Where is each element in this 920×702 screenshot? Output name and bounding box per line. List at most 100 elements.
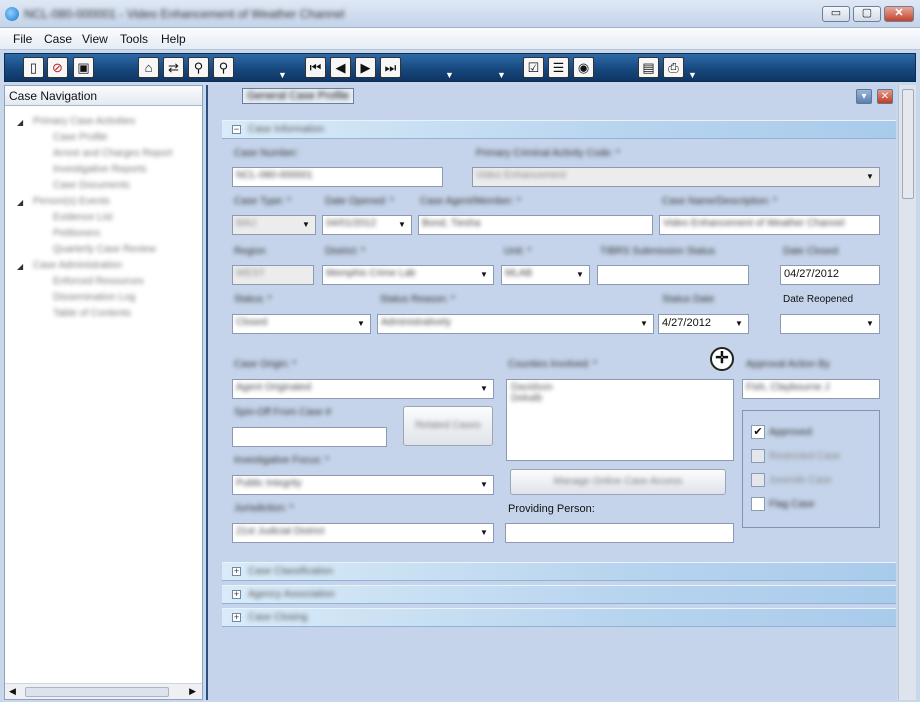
expand-icon[interactable]: + [232,590,241,599]
chevron-down-icon[interactable]: ▼ [477,478,491,492]
chevron-down-icon[interactable]: ▼ [497,70,506,80]
chevron-down-icon[interactable]: ▼ [445,70,454,80]
menu-file[interactable]: File [13,32,32,46]
status-select[interactable]: Closed ▼ [232,314,371,334]
panel-minimize-icon[interactable]: ▾ [856,89,872,104]
menu-help[interactable]: Help [161,32,186,46]
expand-icon[interactable]: + [232,567,241,576]
case-agent-field[interactable]: Bond, Tiesha [418,215,653,235]
chevron-down-icon[interactable]: ▼ [395,218,409,232]
report-icon[interactable]: ▤ [638,57,659,78]
minimize-button[interactable]: ▭ [822,6,850,22]
section-case-closing[interactable]: + Case Closing [222,608,896,627]
chevron-down-icon[interactable]: ▼ [477,382,491,396]
tibrs-field[interactable] [597,265,749,285]
tree-item[interactable]: Dissemination Log [53,292,135,303]
new-document-icon[interactable]: ▯ [23,57,44,78]
unit-select[interactable]: MLAB ▼ [501,265,590,285]
status-reason-select[interactable]: Administratively ▼ [377,314,654,334]
menu-case[interactable]: Case [44,32,72,46]
scroll-right-icon[interactable]: ▶ [189,686,196,697]
jurisdiction-select[interactable]: 21st Judicial District ▼ [232,523,494,543]
list-item[interactable]: Davidson [511,382,729,393]
manage-online-access-button[interactable]: Manage Online Case Access [510,469,726,495]
vertical-scrollbar[interactable] [898,85,916,700]
tree-item[interactable]: Investigative Reports [53,164,146,175]
approved-checkbox[interactable]: ✔ [751,425,765,439]
chevron-down-icon[interactable]: ▼ [863,170,877,184]
stop-icon[interactable]: ⊘ [47,57,68,78]
tree-expander-icon[interactable]: ◢ [17,198,23,207]
scroll-left-icon[interactable]: ◀ [9,686,16,697]
tree-group[interactable]: Primary Case Activities [33,116,135,127]
scrollbar-thumb[interactable] [902,89,914,199]
refresh-icon[interactable]: ⇄ [163,57,184,78]
menu-view[interactable]: View [82,32,108,46]
juvenile-case-checkbox[interactable] [751,473,765,487]
maximize-button[interactable]: ▢ [853,6,881,22]
home-icon[interactable]: ⌂ [138,57,159,78]
scrollbar-thumb[interactable] [25,687,169,697]
chevron-down-icon[interactable]: ▼ [477,268,491,282]
menu-tools[interactable]: Tools [120,32,148,46]
chevron-down-icon[interactable]: ▼ [278,70,287,80]
expand-icon[interactable]: + [232,613,241,622]
counties-listbox[interactable]: Davidson Dekalb [506,379,734,461]
advanced-search-icon[interactable]: ⚲ [213,57,234,78]
region-field[interactable]: WEST [232,265,314,285]
section-case-classification[interactable]: + Case Classification [222,562,896,581]
tree-item[interactable]: Enforced Resources [53,276,144,287]
flag-case-checkbox[interactable] [751,497,765,511]
panel-close-icon[interactable]: ✕ [877,89,893,104]
list-item[interactable]: Dekalb [511,393,729,404]
tree-item[interactable]: Case Documents [53,180,130,191]
chevron-down-icon[interactable]: ▼ [299,218,313,232]
tree-item[interactable]: Evidence List [53,212,112,223]
tree-group[interactable]: Person(s) Events [33,196,110,207]
related-cases-button[interactable]: Related Cases [403,406,493,446]
tree-item[interactable]: Quarterly Case Review [53,244,156,255]
preview-icon[interactable]: ◉ [573,57,594,78]
date-closed-field[interactable]: 04/27/2012 [780,265,880,285]
print-icon[interactable]: ⎙ [663,57,684,78]
notes-icon[interactable]: ☰ [548,57,569,78]
checklist-icon[interactable]: ☑ [523,57,544,78]
last-record-icon[interactable]: ⏭ [380,57,401,78]
save-icon[interactable]: ▣ [73,57,94,78]
status-date-field[interactable]: 4/27/2012 ▼ [658,314,749,334]
search-icon[interactable]: ⚲ [188,57,209,78]
case-origin-select[interactable]: Agent Originated ▼ [232,379,494,399]
tree-expander-icon[interactable]: ◢ [17,118,23,127]
chevron-down-icon[interactable]: ▼ [732,317,746,331]
case-number-field[interactable]: NCL-080-000001 [232,167,443,187]
chevron-down-icon[interactable]: ▼ [688,70,697,80]
chevron-down-icon[interactable]: ▼ [477,526,491,540]
spin-off-field[interactable] [232,427,387,447]
providing-person-field[interactable] [505,523,734,543]
previous-record-icon[interactable]: ◀ [330,57,351,78]
restricted-case-checkbox[interactable] [751,449,765,463]
tree-item[interactable]: Table of Contents [53,308,131,319]
case-type-select[interactable]: MAJ ▼ [232,215,316,235]
tree-expander-icon[interactable]: ◢ [17,262,23,271]
section-case-information[interactable]: − Case Information [222,120,896,139]
collapse-icon[interactable]: − [232,125,241,134]
approval-field[interactable]: Fish, Claybourne J [742,379,880,399]
case-name-field[interactable]: Video Enhancement of Weather Channel [659,215,880,235]
district-select[interactable]: Memphis Crime Lab ▼ [322,265,494,285]
date-opened-field[interactable]: 04/01/2012 ▼ [322,215,412,235]
primary-activity-select[interactable]: Video Enhancement ▼ [472,167,880,187]
tree-item[interactable]: Petitioners [53,228,100,239]
next-record-icon[interactable]: ▶ [355,57,376,78]
chevron-down-icon[interactable]: ▼ [354,317,368,331]
tree-group[interactable]: Case Administration [33,260,122,271]
chevron-down-icon[interactable]: ▼ [573,268,587,282]
chevron-down-icon[interactable]: ▼ [863,317,877,331]
date-reopened-field[interactable]: ▼ [780,314,880,334]
tree-item[interactable]: Case Profile [53,132,107,143]
tree-item[interactable]: Arrest and Charges Report [53,148,173,159]
section-agency-association[interactable]: + Agency Association [222,585,896,604]
chevron-down-icon[interactable]: ▼ [637,317,651,331]
horizontal-scrollbar[interactable]: ◀ ▶ [5,683,202,699]
close-button[interactable]: ✕ [884,6,914,22]
